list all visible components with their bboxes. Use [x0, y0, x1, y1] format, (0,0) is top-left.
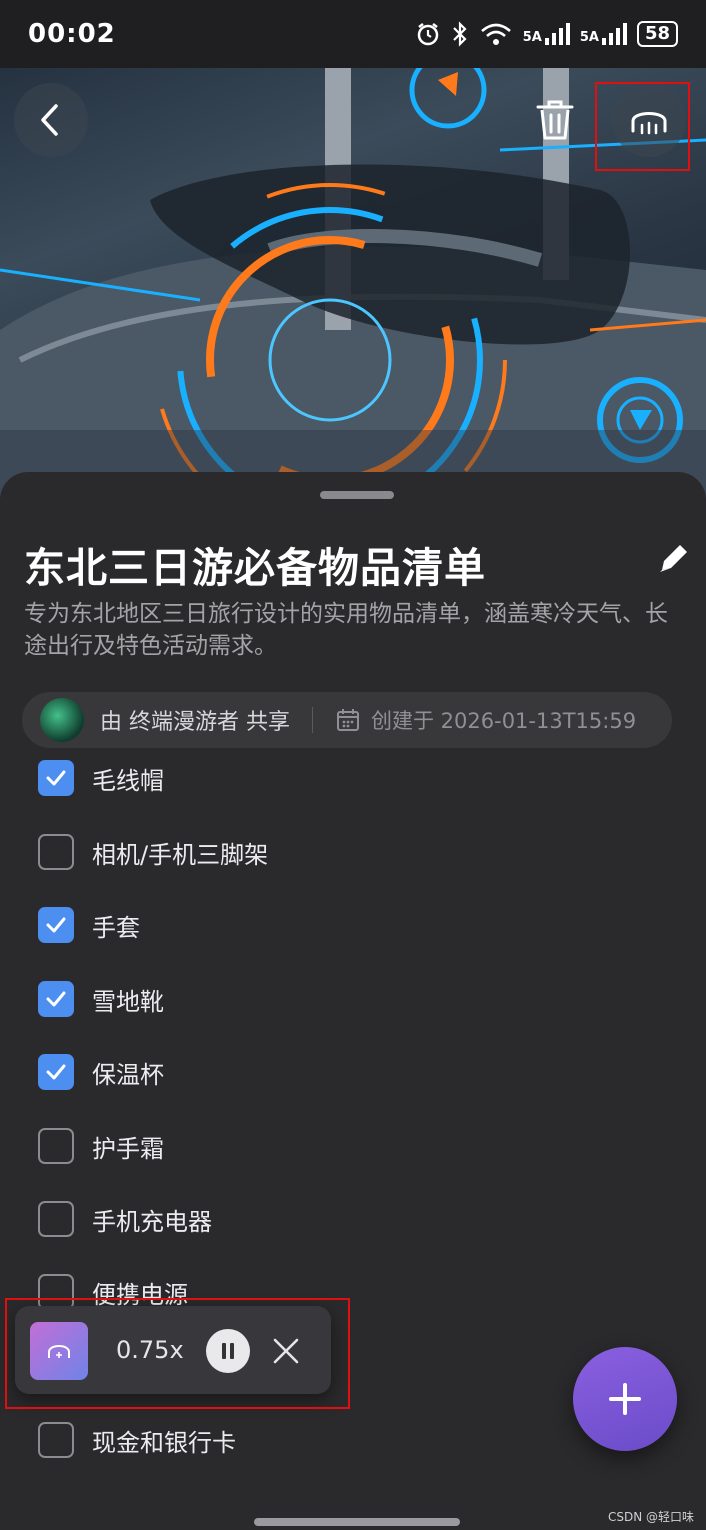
- checkbox[interactable]: [38, 1422, 74, 1458]
- item-label: 保温杯: [92, 1060, 164, 1089]
- trash-icon: [536, 100, 574, 140]
- list-item[interactable]: 毛线帽: [38, 758, 164, 798]
- list-item[interactable]: 相机/手机三脚架: [38, 832, 268, 872]
- edit-button[interactable]: [654, 538, 694, 578]
- list-item[interactable]: 护手霜: [38, 1126, 164, 1166]
- bluetooth-icon: [452, 21, 467, 47]
- watermark: CSDN @轻口味: [608, 1510, 695, 1524]
- item-label: 手机充电器: [92, 1207, 212, 1236]
- signal-2: 5A: [580, 23, 627, 45]
- network-type-2: 5A: [579, 30, 599, 45]
- checkbox[interactable]: [38, 907, 74, 943]
- item-label: 现金和银行卡: [92, 1428, 236, 1457]
- item-label: 毛线帽: [92, 766, 164, 795]
- shared-by-text: 由 终端漫游者 共享: [100, 710, 290, 735]
- signal-bars-icon: [601, 23, 627, 45]
- checkmark-icon: [46, 1064, 66, 1080]
- avatar: [40, 698, 84, 742]
- add-item-button[interactable]: [573, 1347, 677, 1451]
- list-item[interactable]: 保温杯: [38, 1052, 164, 1092]
- signal-1: 5A: [523, 23, 570, 45]
- checkbox[interactable]: [38, 1201, 74, 1237]
- hero-image: [0, 0, 706, 520]
- suitcase-illustration: [0, 51, 706, 520]
- list-item[interactable]: 雪地靴: [38, 979, 164, 1019]
- chevron-left-icon: [41, 104, 58, 136]
- signal-bars-icon: [544, 23, 570, 45]
- list-item[interactable]: 手套: [38, 905, 140, 945]
- home-indicator[interactable]: [254, 1518, 460, 1526]
- checkmark-icon: [46, 770, 66, 786]
- highlight-box-listen: [595, 82, 690, 171]
- list-item[interactable]: 现金和银行卡: [38, 1420, 236, 1460]
- delete-button[interactable]: [534, 98, 576, 142]
- item-label: 雪地靴: [92, 987, 164, 1016]
- checklist-description: 专为东北地区三日旅行设计的实用物品清单，涵盖寒冷天气、长途出行及特色活动需求。: [24, 601, 668, 659]
- network-type-1: 5A: [522, 30, 542, 45]
- meta-divider: [312, 707, 313, 733]
- checkbox[interactable]: [38, 760, 74, 796]
- status-icons: 5A 5A 58: [415, 21, 678, 47]
- alarm-icon: [417, 23, 438, 46]
- checkmark-icon: [46, 991, 66, 1007]
- battery-indicator: 58: [636, 21, 678, 47]
- pencil-icon: [660, 545, 687, 572]
- checkbox[interactable]: [38, 834, 74, 870]
- checkbox[interactable]: [38, 1054, 74, 1090]
- highlight-box-player: [5, 1298, 350, 1409]
- meta-bar: 由 终端漫游者 共享 创建于 2026-01-13T15:59: [22, 692, 672, 748]
- checkbox[interactable]: [38, 1128, 74, 1164]
- checkbox[interactable]: [38, 981, 74, 1017]
- back-button[interactable]: [14, 83, 88, 157]
- checklist-title: 东北三日游必备物品清单: [24, 544, 486, 592]
- item-label: 手套: [92, 913, 140, 942]
- checkmark-icon: [46, 917, 66, 933]
- item-label: 相机/手机三脚架: [92, 840, 269, 869]
- plus-icon: [609, 1383, 641, 1415]
- status-time: 00:02: [28, 19, 116, 49]
- calendar-icon: [337, 709, 359, 731]
- status-bar: 00:02 5A 5A 58: [0, 0, 706, 68]
- wifi-icon: [480, 23, 511, 45]
- created-date: 创建于 2026-01-13T15:59: [371, 709, 637, 733]
- list-item[interactable]: 手机充电器: [38, 1199, 212, 1239]
- drag-handle[interactable]: [320, 491, 394, 499]
- item-label: 护手霜: [92, 1134, 164, 1163]
